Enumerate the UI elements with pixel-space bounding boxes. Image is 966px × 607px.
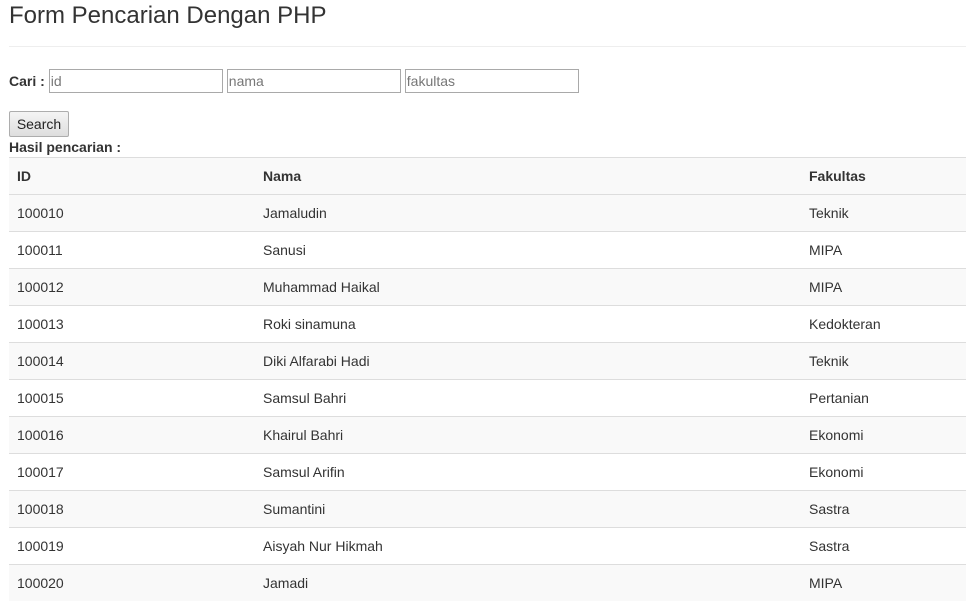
- table-row: 100019 Aisyah Nur Hikmah Sastra: [9, 527, 966, 565]
- cell-id: 100014: [9, 342, 255, 380]
- cell-fakultas: Teknik: [801, 194, 966, 232]
- id-input[interactable]: [48, 69, 223, 93]
- cell-fakultas: Sastra: [801, 490, 966, 528]
- page-title: Form Pencarian Dengan PHP: [9, 2, 327, 29]
- title-divider: [9, 46, 966, 47]
- cell-id: 100011: [9, 231, 255, 269]
- fakultas-input[interactable]: [404, 69, 579, 93]
- cell-nama: Sanusi: [255, 231, 801, 269]
- table-row: 100017 Samsul Arifin Ekonomi: [9, 453, 966, 491]
- column-header-nama: Nama: [255, 157, 801, 195]
- results-label: Hasil pencarian :: [9, 139, 122, 155]
- cell-fakultas: Pertanian: [801, 379, 966, 417]
- cell-nama: Muhammad Haikal: [255, 268, 801, 306]
- search-button[interactable]: Search: [9, 111, 69, 137]
- cell-nama: Jamadi: [255, 564, 801, 601]
- cell-nama: Roki sinamuna: [255, 305, 801, 343]
- search-row: Cari :: [9, 68, 583, 94]
- cell-fakultas: Kedokteran: [801, 305, 966, 343]
- table-row: 100020 Jamadi MIPA: [9, 564, 966, 601]
- column-header-id: ID: [9, 157, 255, 195]
- table-row: 100011 Sanusi MIPA: [9, 231, 966, 269]
- cell-fakultas: MIPA: [801, 231, 966, 269]
- cell-nama: Samsul Bahri: [255, 379, 801, 417]
- cell-id: 100016: [9, 416, 255, 454]
- cell-id: 100019: [9, 527, 255, 565]
- cell-nama: Khairul Bahri: [255, 416, 801, 454]
- cell-id: 100018: [9, 490, 255, 528]
- cell-fakultas: Sastra: [801, 527, 966, 565]
- cell-nama: Diki Alfarabi Hadi: [255, 342, 801, 380]
- cell-id: 100020: [9, 564, 255, 601]
- cell-nama: Jamaludin: [255, 194, 801, 232]
- cell-id: 100013: [9, 305, 255, 343]
- cell-fakultas: Teknik: [801, 342, 966, 380]
- nama-input[interactable]: [226, 69, 401, 93]
- table-row: 100018 Sumantini Sastra: [9, 490, 966, 528]
- results-table: ID Nama Fakultas 100010 Jamaludin Teknik…: [9, 157, 966, 601]
- search-label: Cari :: [9, 73, 45, 89]
- cell-fakultas: Ekonomi: [801, 416, 966, 454]
- cell-nama: Aisyah Nur Hikmah: [255, 527, 801, 565]
- table-row: 100010 Jamaludin Teknik: [9, 194, 966, 232]
- cell-nama: Samsul Arifin: [255, 453, 801, 491]
- table-row: 100014 Diki Alfarabi Hadi Teknik: [9, 342, 966, 380]
- table-row: 100012 Muhammad Haikal MIPA: [9, 268, 966, 306]
- cell-id: 100012: [9, 268, 255, 306]
- cell-nama: Sumantini: [255, 490, 801, 528]
- page-container: Form Pencarian Dengan PHP Cari : Search …: [9, 0, 966, 601]
- table-header-row: ID Nama Fakultas: [9, 157, 966, 195]
- table-row: 100015 Samsul Bahri Pertanian: [9, 379, 966, 417]
- column-header-fakultas: Fakultas: [801, 157, 966, 195]
- cell-fakultas: MIPA: [801, 564, 966, 601]
- cell-fakultas: Ekonomi: [801, 453, 966, 491]
- table-row: 100013 Roki sinamuna Kedokteran: [9, 305, 966, 343]
- cell-id: 100010: [9, 194, 255, 232]
- table-row: 100016 Khairul Bahri Ekonomi: [9, 416, 966, 454]
- cell-fakultas: MIPA: [801, 268, 966, 306]
- cell-id: 100015: [9, 379, 255, 417]
- cell-id: 100017: [9, 453, 255, 491]
